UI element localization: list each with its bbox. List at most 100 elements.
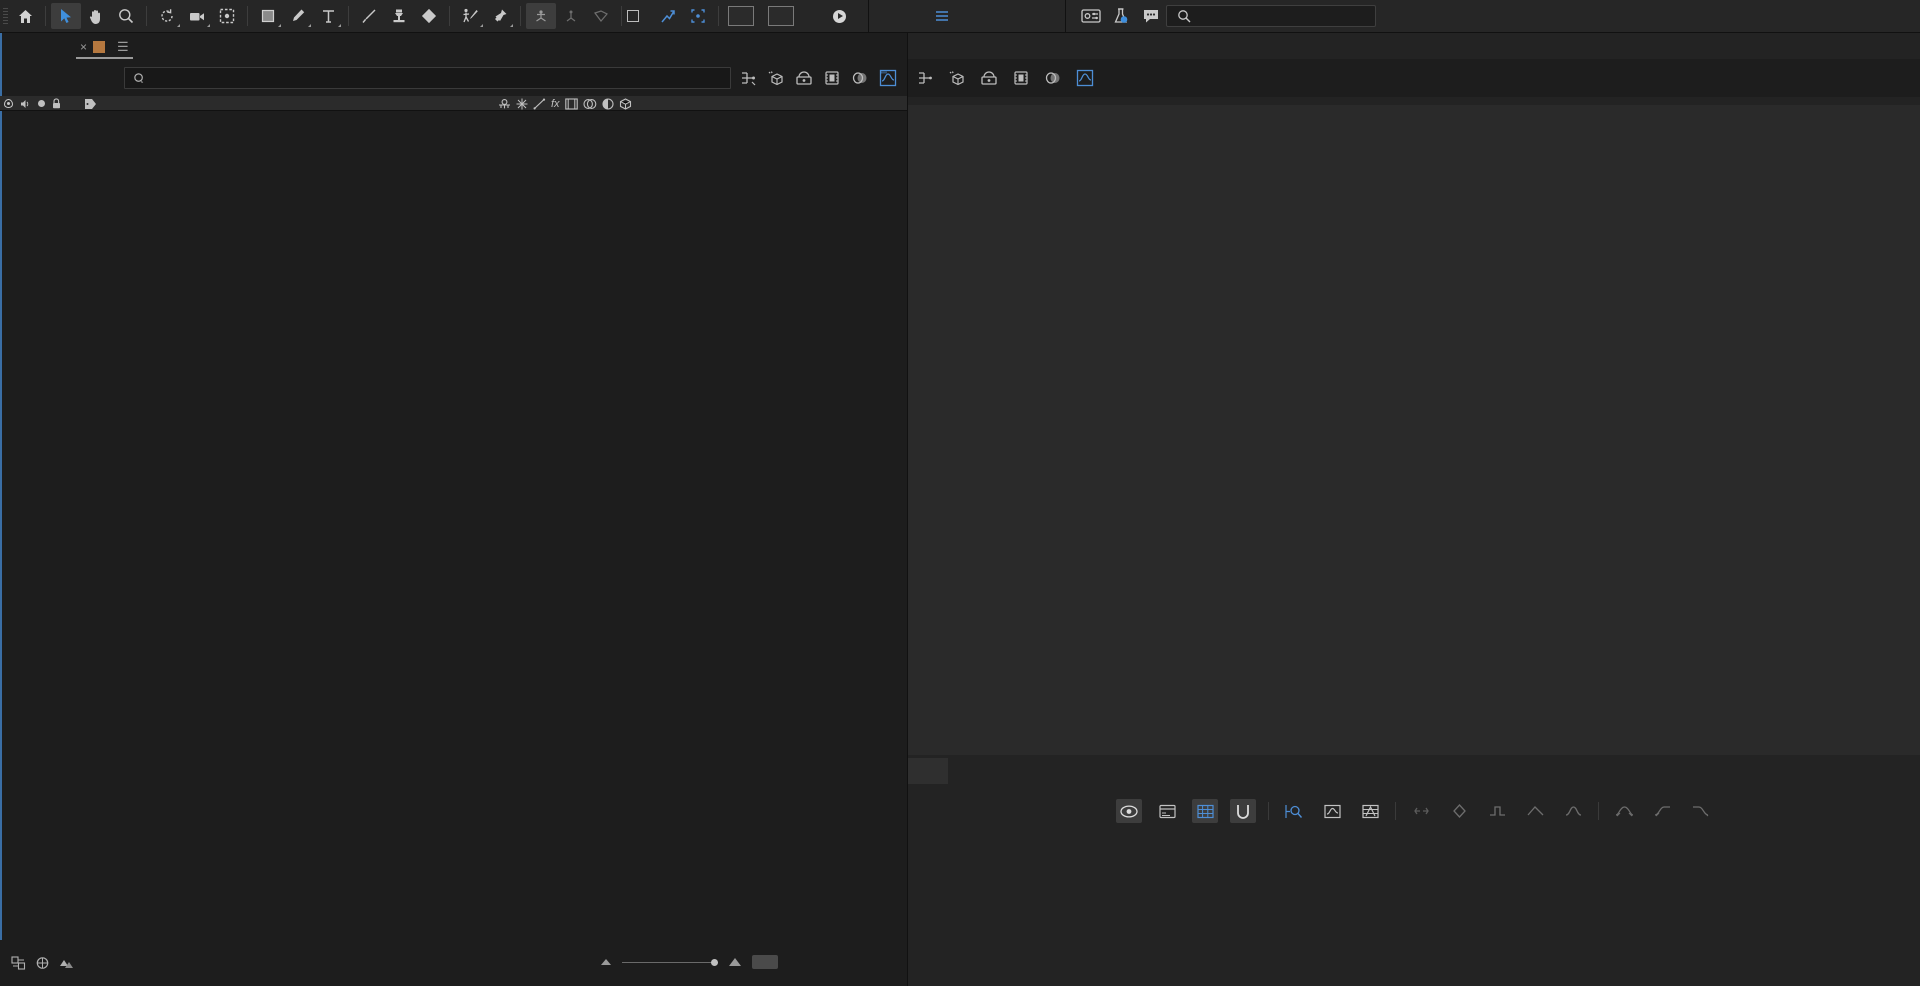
tab-render-queue[interactable]	[26, 35, 50, 59]
graph-toolbar-divider-2	[1395, 802, 1396, 820]
stroke-color-swatch[interactable]	[768, 6, 794, 26]
workspace-learn-menu-icon[interactable]	[927, 3, 957, 29]
hide-shy-layers-status-icon[interactable]	[58, 955, 74, 971]
timecode-block[interactable]	[12, 78, 120, 79]
right-divider	[1065, 0, 1066, 33]
eraser-tool[interactable]	[414, 3, 444, 29]
easy-ease-in-icon[interactable]	[1649, 799, 1675, 823]
search-help-box[interactable]	[1166, 5, 1376, 27]
home-icon[interactable]	[10, 3, 40, 29]
panel-tab-bar: × ☰	[0, 33, 907, 59]
solo-icon	[38, 100, 45, 107]
composition-color-chip	[93, 41, 105, 53]
view-axis-mode-icon[interactable]	[586, 3, 616, 29]
switches-column-header: fx	[498, 96, 632, 111]
layer-search-input[interactable]	[124, 67, 731, 89]
shape-tool[interactable]	[253, 3, 283, 29]
toolbar-divider-6	[520, 6, 521, 26]
clone-stamp-tool[interactable]	[384, 3, 414, 29]
value-graph-svg	[908, 105, 1920, 755]
main-toolbar	[0, 0, 1920, 33]
world-axis-mode-icon[interactable]	[556, 3, 586, 29]
timeline-zoom-control[interactable]	[600, 955, 778, 969]
fit-all-graphs-to-view-icon[interactable]	[1319, 799, 1345, 823]
add-menu-icon[interactable]	[833, 10, 846, 23]
type-tool[interactable]	[313, 3, 343, 29]
easy-ease-icon[interactable]	[1611, 799, 1637, 823]
toolbar-divider-7	[621, 6, 622, 26]
toolbar-divider-8	[718, 6, 719, 26]
lock-icon	[52, 98, 61, 109]
show-graph-editor-set-icon[interactable]	[1192, 799, 1218, 823]
zoom-tool[interactable]	[111, 3, 141, 29]
graph-toolbar-divider	[1268, 802, 1269, 820]
draft-3d-icon[interactable]	[765, 67, 787, 89]
frame-blending-icon[interactable]	[821, 67, 843, 89]
show-animated-properties-icon[interactable]	[1154, 799, 1180, 823]
toggle-switches-modes-icon[interactable]	[10, 955, 26, 971]
layer-rows-container	[0, 111, 907, 585]
brush-tool[interactable]	[354, 3, 384, 29]
eye-icon	[4, 99, 13, 108]
comp-render-icon[interactable]	[34, 955, 50, 971]
close-icon[interactable]: ×	[80, 40, 87, 54]
expression-bar	[908, 755, 1920, 787]
show-selected-properties-icon[interactable]	[1116, 799, 1142, 823]
zoom-slider-knob[interactable]	[711, 959, 718, 966]
graph-editor-panel	[907, 33, 1920, 986]
snap-align-icon[interactable]	[653, 3, 683, 29]
pen-tool[interactable]	[283, 3, 313, 29]
comp-header-icons	[737, 67, 907, 89]
graph-editor-icon[interactable]	[877, 67, 899, 89]
av-features-header	[4, 96, 61, 111]
snap-bounds-icon[interactable]	[683, 3, 713, 29]
expression-line-number	[908, 758, 948, 784]
work-area-bar[interactable]	[916, 93, 1920, 104]
hide-shy-layers-icon[interactable]	[793, 67, 815, 89]
edit-selected-keyframe-icon[interactable]	[1446, 799, 1472, 823]
convert-to-hold-icon[interactable]	[1484, 799, 1510, 823]
motion-blur-icon[interactable]	[849, 67, 871, 89]
after-effects-window: × ☰	[0, 0, 1920, 986]
composition-mini-flowchart-icon[interactable]	[737, 67, 759, 89]
layer-table-header: fx	[0, 96, 907, 111]
snap-icon[interactable]	[1230, 799, 1256, 823]
camera-tool[interactable]	[182, 3, 212, 29]
gear-sliders-icon[interactable]	[1076, 3, 1106, 29]
toolbar-divider-3	[247, 6, 248, 26]
rotation-tool[interactable]	[152, 3, 182, 29]
graph-toolbar-divider-3	[1598, 802, 1599, 820]
flask-icon[interactable]	[1106, 3, 1136, 29]
zoom-slider-track[interactable]	[622, 962, 718, 963]
graph-plot-area[interactable]	[908, 105, 1920, 755]
zoom-in-icon[interactable]	[728, 957, 742, 968]
panel-menu-icon[interactable]: ☰	[117, 39, 129, 55]
separate-dimensions-icon[interactable]	[1408, 799, 1434, 823]
fit-selection-to-view-icon[interactable]	[1281, 799, 1307, 823]
speech-icon[interactable]	[1136, 3, 1166, 29]
region-of-interest-tool[interactable]	[212, 3, 242, 29]
toolbar-divider-4	[348, 6, 349, 26]
convert-to-auto-bezier-icon[interactable]	[1560, 799, 1586, 823]
local-axis-mode-icon[interactable]	[526, 3, 556, 29]
label-column-header	[84, 96, 97, 111]
toolbar-grip[interactable]	[0, 0, 10, 33]
audio-icon	[20, 99, 31, 109]
graph-editor-bottom-toolbar	[908, 787, 1920, 835]
fill-color-swatch[interactable]	[728, 6, 754, 26]
workspace-divider	[868, 0, 869, 33]
zoom-out-icon[interactable]	[600, 957, 612, 967]
hand-tool[interactable]	[81, 3, 111, 29]
snapping-checkbox[interactable]	[627, 10, 639, 22]
roto-brush-tool[interactable]	[455, 3, 485, 29]
tab-faq[interactable]: × ☰	[68, 35, 141, 59]
toolbar-divider	[45, 6, 46, 26]
selection-tool[interactable]	[51, 3, 81, 29]
timeline-view-toggle[interactable]	[752, 955, 778, 969]
auto-zoom-graph-height-icon[interactable]	[1357, 799, 1383, 823]
easy-ease-out-icon[interactable]	[1687, 799, 1713, 823]
toolbar-divider-5	[449, 6, 450, 26]
convert-to-linear-icon[interactable]	[1522, 799, 1548, 823]
puppet-pin-tool[interactable]	[485, 3, 515, 29]
composition-header	[0, 59, 907, 97]
